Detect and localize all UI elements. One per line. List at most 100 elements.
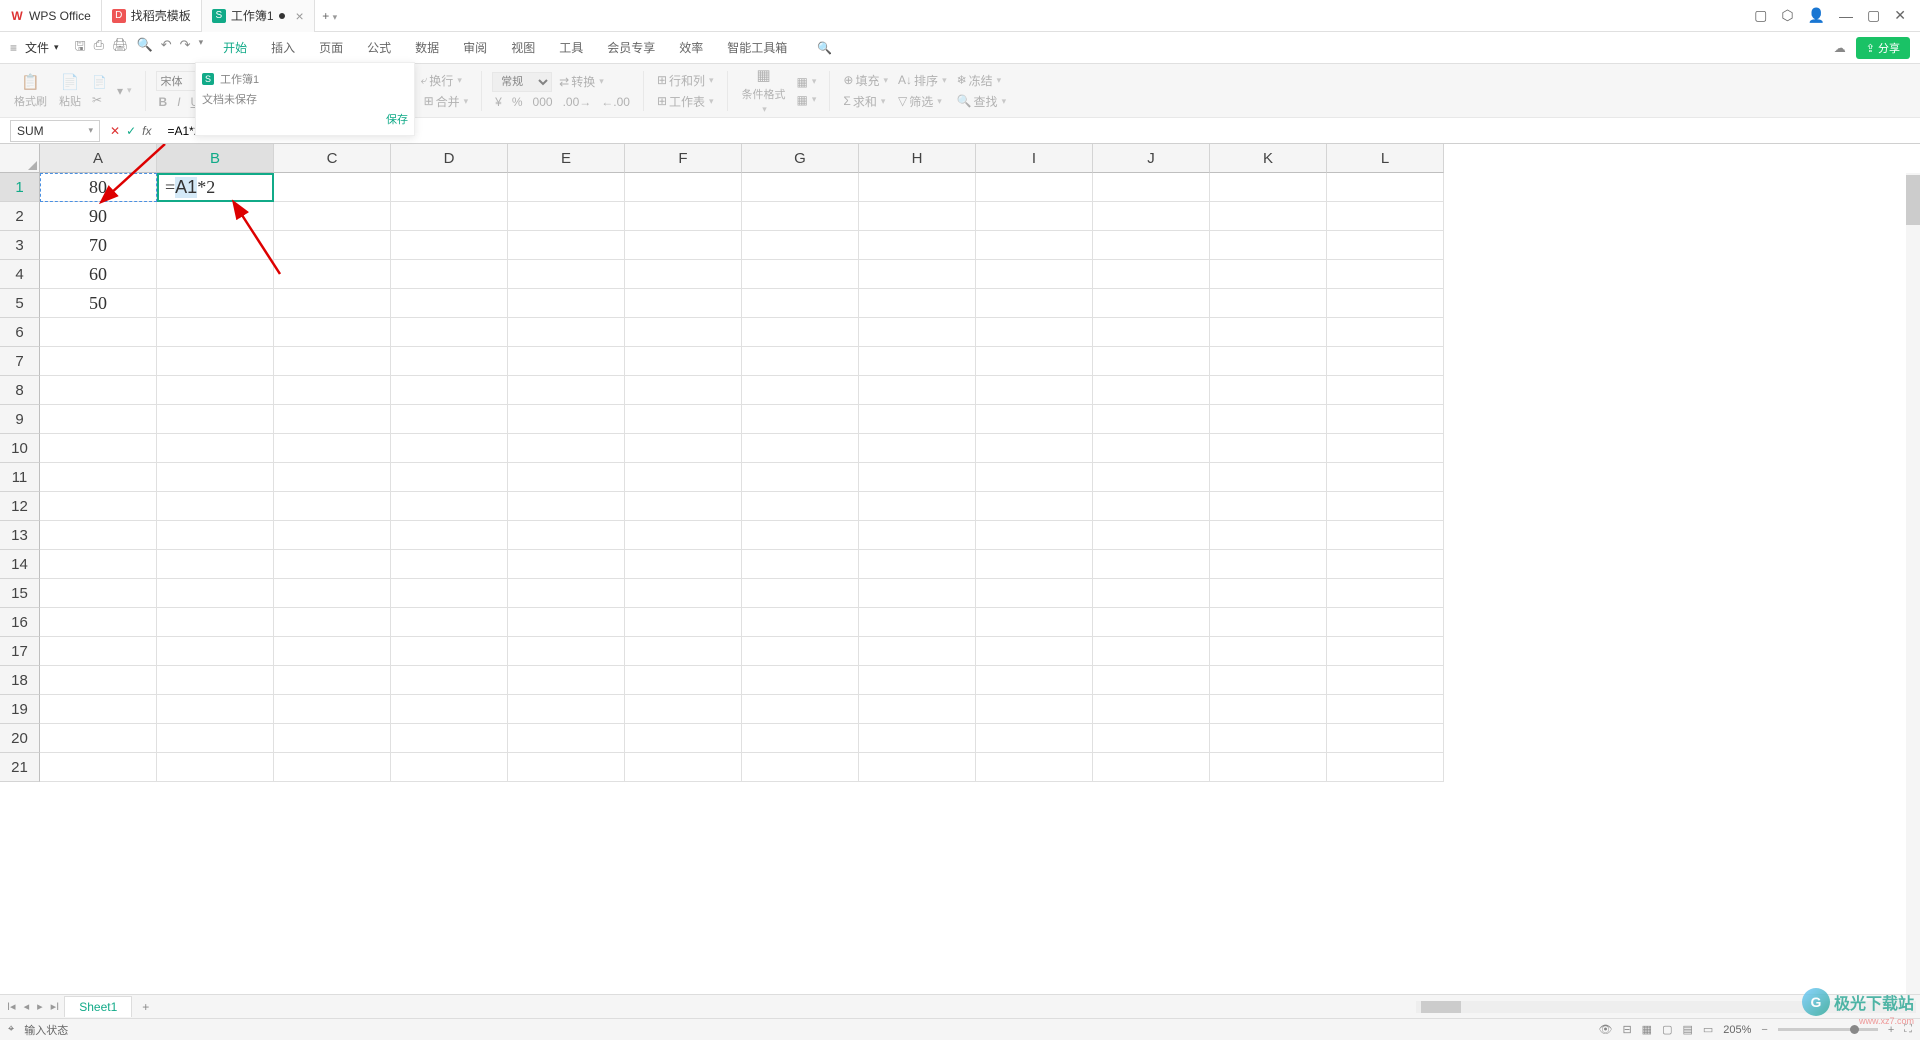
menu-toggle-icon[interactable]: ≡ bbox=[10, 41, 17, 55]
menu-tools[interactable]: 工具 bbox=[547, 39, 595, 56]
cell-I8[interactable] bbox=[976, 376, 1093, 405]
zoom-out-icon[interactable]: − bbox=[1761, 1024, 1767, 1036]
col-header-K[interactable]: K bbox=[1210, 144, 1327, 173]
row-header-17[interactable]: 17 bbox=[0, 637, 40, 666]
menu-start[interactable]: 开始 bbox=[211, 39, 259, 56]
cell-H17[interactable] bbox=[859, 637, 976, 666]
cell-K1[interactable] bbox=[1210, 173, 1327, 202]
cell-J13[interactable] bbox=[1093, 521, 1210, 550]
cell-I11[interactable] bbox=[976, 463, 1093, 492]
cell-A1[interactable]: 80 bbox=[40, 173, 157, 202]
add-tab-button[interactable]: + ▾ bbox=[315, 9, 345, 23]
cell-H19[interactable] bbox=[859, 695, 976, 724]
cell-B13[interactable] bbox=[157, 521, 274, 550]
cell-I10[interactable] bbox=[976, 434, 1093, 463]
cell-B8[interactable] bbox=[157, 376, 274, 405]
cell-L5[interactable] bbox=[1327, 289, 1444, 318]
cell-H11[interactable] bbox=[859, 463, 976, 492]
fullscreen-icon[interactable]: ⛶ bbox=[1904, 1023, 1912, 1036]
app-tab-wps[interactable]: W WPS Office bbox=[0, 0, 102, 32]
cell-B2[interactable] bbox=[157, 202, 274, 231]
cell-H20[interactable] bbox=[859, 724, 976, 753]
cell-E4[interactable] bbox=[508, 260, 625, 289]
cell-I16[interactable] bbox=[976, 608, 1093, 637]
row-header-21[interactable]: 21 bbox=[0, 753, 40, 782]
cell-G8[interactable] bbox=[742, 376, 859, 405]
menu-review[interactable]: 审阅 bbox=[451, 39, 499, 56]
cell-J12[interactable] bbox=[1093, 492, 1210, 521]
cell-H13[interactable] bbox=[859, 521, 976, 550]
cell-L7[interactable] bbox=[1327, 347, 1444, 376]
cell-J14[interactable] bbox=[1093, 550, 1210, 579]
cell-L15[interactable] bbox=[1327, 579, 1444, 608]
cell-C10[interactable] bbox=[274, 434, 391, 463]
cell-B14[interactable] bbox=[157, 550, 274, 579]
cell-I20[interactable] bbox=[976, 724, 1093, 753]
sort-button[interactable]: A↓ 排序 bbox=[895, 71, 950, 90]
cell-I5[interactable] bbox=[976, 289, 1093, 318]
copy-icon[interactable]: 📄 bbox=[89, 74, 110, 90]
cell-L9[interactable] bbox=[1327, 405, 1444, 434]
cell-C20[interactable] bbox=[274, 724, 391, 753]
row-header-11[interactable]: 11 bbox=[0, 463, 40, 492]
cell-F19[interactable] bbox=[625, 695, 742, 724]
undo-icon[interactable]: ↶ bbox=[161, 37, 172, 59]
cell-C13[interactable] bbox=[274, 521, 391, 550]
cell-K16[interactable] bbox=[1210, 608, 1327, 637]
cell-G5[interactable] bbox=[742, 289, 859, 318]
cell-G6[interactable] bbox=[742, 318, 859, 347]
wrap-button[interactable]: ⤶ 换行 bbox=[418, 71, 465, 90]
cell-F7[interactable] bbox=[625, 347, 742, 376]
cell-A12[interactable] bbox=[40, 492, 157, 521]
cell-C1[interactable] bbox=[274, 173, 391, 202]
cell-E11[interactable] bbox=[508, 463, 625, 492]
cell-H18[interactable] bbox=[859, 666, 976, 695]
cancel-formula-icon[interactable]: ✕ bbox=[110, 124, 120, 138]
close-tab-icon[interactable]: × bbox=[296, 8, 304, 24]
bold-button[interactable]: B bbox=[156, 94, 171, 110]
zoom-slider[interactable] bbox=[1778, 1028, 1878, 1031]
prev-sheet-icon[interactable]: ◂ bbox=[21, 1000, 33, 1013]
cell-B3[interactable] bbox=[157, 231, 274, 260]
cr-icon[interactable]: ⌖ bbox=[8, 1023, 14, 1036]
split-icon[interactable]: ⊟ bbox=[1622, 1023, 1631, 1036]
cell-C21[interactable] bbox=[274, 753, 391, 782]
cell-G21[interactable] bbox=[742, 753, 859, 782]
cell-A6[interactable] bbox=[40, 318, 157, 347]
cell-C17[interactable] bbox=[274, 637, 391, 666]
cell-C15[interactable] bbox=[274, 579, 391, 608]
row-header-12[interactable]: 12 bbox=[0, 492, 40, 521]
cell-A8[interactable] bbox=[40, 376, 157, 405]
cell-G14[interactable] bbox=[742, 550, 859, 579]
col-header-J[interactable]: J bbox=[1093, 144, 1210, 173]
cube-icon[interactable]: ⬡ bbox=[1781, 7, 1793, 24]
cell-G4[interactable] bbox=[742, 260, 859, 289]
last-sheet-icon[interactable]: ▸I bbox=[48, 1000, 63, 1013]
cell-E15[interactable] bbox=[508, 579, 625, 608]
cell-B7[interactable] bbox=[157, 347, 274, 376]
maximize-icon[interactable]: ▢ bbox=[1867, 7, 1880, 24]
cell-K11[interactable] bbox=[1210, 463, 1327, 492]
table-style-icon[interactable]: ▦ bbox=[794, 74, 820, 90]
row-header-18[interactable]: 18 bbox=[0, 666, 40, 695]
cell-I7[interactable] bbox=[976, 347, 1093, 376]
cell-D6[interactable] bbox=[391, 318, 508, 347]
cell-K8[interactable] bbox=[1210, 376, 1327, 405]
cell-B5[interactable] bbox=[157, 289, 274, 318]
cell-G3[interactable] bbox=[742, 231, 859, 260]
cell-K15[interactable] bbox=[1210, 579, 1327, 608]
cell-I19[interactable] bbox=[976, 695, 1093, 724]
cell-D16[interactable] bbox=[391, 608, 508, 637]
cell-L13[interactable] bbox=[1327, 521, 1444, 550]
cell-style-icon[interactable]: ▦ bbox=[794, 92, 820, 108]
search-icon[interactable]: 🔍 bbox=[817, 41, 832, 55]
row-header-19[interactable]: 19 bbox=[0, 695, 40, 724]
col-header-G[interactable]: G bbox=[742, 144, 859, 173]
col-header-F[interactable]: F bbox=[625, 144, 742, 173]
cell-A21[interactable] bbox=[40, 753, 157, 782]
cell-F12[interactable] bbox=[625, 492, 742, 521]
cell-F3[interactable] bbox=[625, 231, 742, 260]
cell-E9[interactable] bbox=[508, 405, 625, 434]
cell-K4[interactable] bbox=[1210, 260, 1327, 289]
merge-button[interactable]: ⊞ 合并 bbox=[421, 92, 472, 111]
